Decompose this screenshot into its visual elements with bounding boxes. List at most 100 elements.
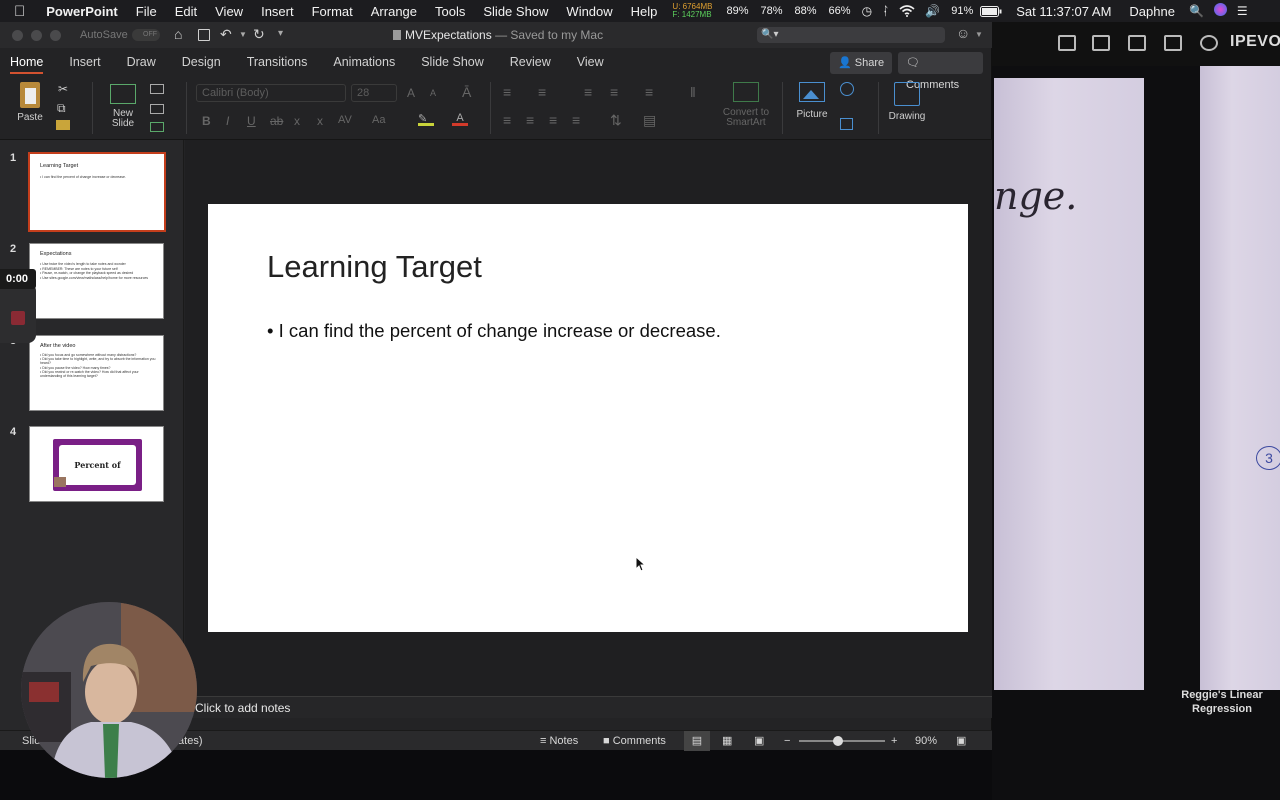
slide-canvas[interactable]: Learning Target • I can find the percent…: [208, 204, 968, 632]
slide-sorter-button[interactable]: ▦: [722, 731, 732, 751]
bold-icon[interactable]: B: [202, 114, 211, 128]
align-left-icon[interactable]: ≡: [503, 112, 511, 128]
bluetooth-icon[interactable]: ᛛ: [877, 4, 894, 18]
tab-insert[interactable]: Insert: [61, 48, 108, 76]
columns-icon[interactable]: ‖: [690, 84, 696, 100]
superscript-icon[interactable]: x: [317, 114, 323, 128]
pop-out-icon[interactable]: [1058, 35, 1076, 51]
time-machine-icon[interactable]: ◷: [857, 4, 877, 18]
change-case-icon[interactable]: Aa: [372, 114, 385, 126]
autosave-toggle[interactable]: OFF: [132, 29, 160, 41]
decrease-indent-icon[interactable]: ≡: [584, 84, 592, 100]
text-box-icon[interactable]: [840, 118, 853, 130]
notification-center-icon[interactable]: ☰: [1232, 4, 1253, 18]
feedback-dropdown-icon[interactable]: ▼: [975, 30, 983, 39]
menu-window[interactable]: Window: [557, 4, 621, 19]
reading-view-button[interactable]: ▣: [754, 731, 764, 751]
subscript-icon[interactable]: x: [294, 114, 300, 128]
paste-button[interactable]: Paste: [10, 82, 50, 123]
feedback-smiley-icon[interactable]: ☺: [956, 25, 970, 41]
home-icon[interactable]: ⌂: [174, 26, 182, 42]
bullets-icon[interactable]: ≡: [503, 84, 511, 100]
menu-edit[interactable]: Edit: [166, 4, 206, 19]
justify-icon[interactable]: ≡: [572, 112, 580, 128]
split-view-icon[interactable]: [1092, 35, 1110, 51]
volume-icon[interactable]: 🔊: [920, 4, 945, 18]
minimize-button[interactable]: [31, 29, 42, 41]
comments-button[interactable]: 🗨 Comments: [898, 52, 983, 91]
shapes-icon[interactable]: [840, 82, 854, 96]
highlight-color-icon[interactable]: ✎: [418, 112, 434, 126]
apple-icon[interactable]: : [0, 3, 34, 20]
normal-view-button[interactable]: ▤: [684, 731, 710, 751]
siri-icon[interactable]: [1209, 3, 1232, 19]
new-slide-button[interactable]: New Slide: [100, 84, 146, 129]
slide-thumbnail-2[interactable]: Expectations • Use twice the video's len…: [29, 243, 164, 319]
webcam-overlay[interactable]: [21, 602, 197, 778]
section-icon[interactable]: [150, 122, 164, 132]
zoom-level[interactable]: 90%: [915, 731, 937, 751]
slide-thumbnail-3[interactable]: After the video • Did you focus and go s…: [29, 335, 164, 411]
decrease-font-icon[interactable]: A: [430, 88, 436, 98]
text-direction-icon[interactable]: ⇅: [610, 112, 622, 129]
layout-icon[interactable]: [150, 84, 164, 94]
zoom-slider-thumb[interactable]: [833, 736, 843, 746]
menu-arrange[interactable]: Arrange: [362, 4, 426, 19]
slide-thumbnail-1[interactable]: Learning Target • I can find the percent…: [28, 152, 166, 232]
app-menu[interactable]: PowerPoint: [34, 4, 127, 19]
italic-icon[interactable]: I: [226, 114, 229, 128]
wifi-icon[interactable]: [894, 5, 920, 17]
menu-slide-show[interactable]: Slide Show: [474, 4, 557, 19]
tab-home[interactable]: Home: [2, 48, 51, 76]
battery-icon[interactable]: [975, 5, 1007, 17]
sensor-stat[interactable]: 66%: [823, 5, 857, 17]
menu-file[interactable]: File: [127, 4, 166, 19]
zoom-button[interactable]: [50, 29, 61, 41]
zoom-slider[interactable]: [799, 736, 885, 746]
tab-transitions[interactable]: Transitions: [239, 48, 316, 76]
close-button[interactable]: [12, 29, 23, 41]
user-menu[interactable]: Daphne: [1120, 4, 1184, 19]
underline-icon[interactable]: U: [247, 114, 256, 128]
reset-icon[interactable]: [150, 104, 164, 114]
format-painter-icon[interactable]: [56, 120, 70, 130]
zoom-in-button[interactable]: +: [891, 731, 897, 751]
redo-icon[interactable]: ↻: [253, 26, 265, 43]
menu-tools[interactable]: Tools: [426, 4, 474, 19]
battery-percent[interactable]: 91%: [945, 5, 975, 17]
tab-design[interactable]: Design: [174, 48, 229, 76]
drawing-button[interactable]: Drawing: [884, 82, 930, 122]
undo-dropdown-icon[interactable]: ▼: [239, 30, 247, 39]
settings-icon[interactable]: [1200, 35, 1218, 51]
cpu-stat[interactable]: 89%: [720, 5, 754, 17]
font-color-icon[interactable]: A: [452, 112, 468, 126]
strikethrough-icon[interactable]: ab: [270, 114, 283, 128]
zoom-out-button[interactable]: −: [784, 731, 790, 751]
slide-thumbnail-4[interactable]: Percent of Change: [29, 426, 164, 502]
add-source-icon[interactable]: [1164, 35, 1182, 51]
menu-view[interactable]: View: [206, 4, 252, 19]
save-icon[interactable]: [198, 29, 210, 41]
align-text-icon[interactable]: ▤: [643, 112, 656, 129]
customize-toolbar-icon[interactable]: ▾: [278, 28, 283, 39]
line-spacing-icon[interactable]: ≡: [645, 84, 653, 100]
clear-formatting-icon[interactable]: Ā: [462, 84, 471, 100]
menu-insert[interactable]: Insert: [252, 4, 303, 19]
font-name-select[interactable]: Calibri (Body): [196, 84, 346, 102]
picture-button[interactable]: Picture: [790, 82, 834, 120]
stop-recording-button[interactable]: [11, 311, 25, 325]
memory-monitor[interactable]: U: 6764MB F: 1427MB: [672, 3, 712, 19]
align-right-icon[interactable]: ≡: [549, 112, 557, 128]
notes-toggle[interactable]: ≡ Notes: [540, 731, 578, 751]
search-input[interactable]: 🔍▾: [757, 27, 945, 43]
notes-pane[interactable]: Click to add notes: [185, 696, 992, 718]
copy-icon[interactable]: ⧉: [57, 101, 66, 116]
slide-title[interactable]: Learning Target: [267, 249, 482, 285]
menu-help[interactable]: Help: [622, 4, 667, 19]
comments-toggle[interactable]: ■ Comments: [603, 731, 666, 751]
tab-view[interactable]: View: [569, 48, 612, 76]
align-center-icon[interactable]: ≡: [526, 112, 534, 128]
cut-icon[interactable]: ✂: [58, 82, 68, 96]
tab-animations[interactable]: Animations: [325, 48, 403, 76]
share-button[interactable]: 👤 Share: [830, 52, 893, 74]
